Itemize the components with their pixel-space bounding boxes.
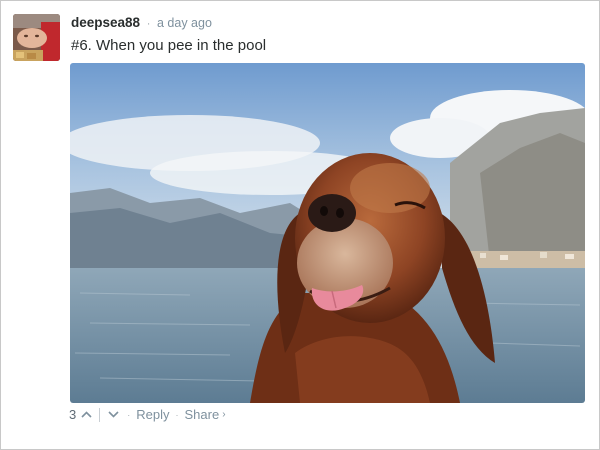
comment-image[interactable]: [70, 63, 585, 403]
avatar[interactable]: [13, 14, 60, 61]
dog-photo: [70, 63, 585, 403]
username-link[interactable]: deepsea88: [71, 15, 140, 30]
vote-divider: [99, 408, 101, 422]
share-link[interactable]: Share: [184, 406, 219, 424]
vote-count: 3: [69, 407, 77, 422]
comment-footer: 3 · Reply · Share ›: [69, 406, 226, 424]
footer-separator: ·: [175, 410, 179, 420]
timestamp-link[interactable]: a day ago: [157, 16, 212, 30]
upvote-button[interactable]: [80, 406, 94, 424]
chevron-down-icon: [108, 411, 119, 418]
comment-text: #6. When you pee in the pool: [71, 37, 267, 54]
downvote-button[interactable]: [107, 406, 121, 424]
share-chevron-icon: ›: [222, 409, 226, 420]
comment-card: deepsea88 · a day ago #6. When you pee i…: [0, 0, 600, 450]
meta-separator: ·: [146, 18, 151, 30]
comment-header: deepsea88 · a day ago: [71, 14, 212, 33]
avatar-image: [13, 14, 60, 61]
chevron-up-icon: [81, 411, 92, 418]
reply-link[interactable]: Reply: [136, 406, 169, 424]
footer-separator: ·: [127, 410, 131, 420]
